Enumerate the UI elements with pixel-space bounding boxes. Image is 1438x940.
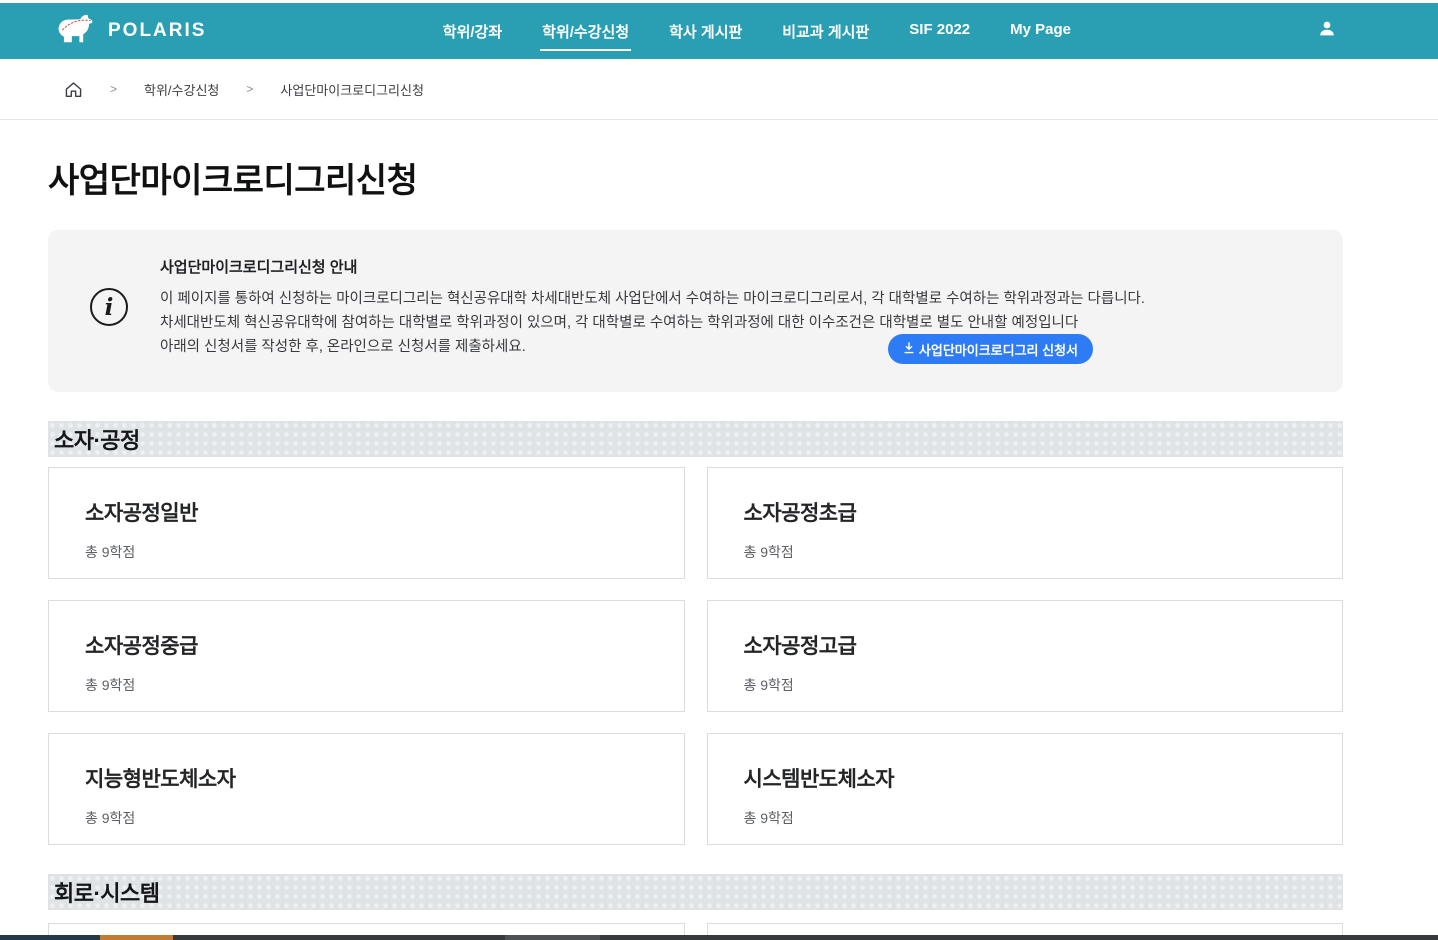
card-title: 시스템반도체소자	[744, 763, 1343, 793]
breadcrumb-item-enrollment[interactable]: 학위/수강신청	[144, 80, 219, 99]
download-application-button[interactable]: 사업단마이크로디그리 신청서	[888, 334, 1093, 364]
home-icon[interactable]	[64, 81, 83, 98]
notice-box: i 사업단마이크로디그리신청 안내 이 페이지를 통하여 신청하는 마이크로디그…	[48, 230, 1343, 392]
breadcrumb-separator-icon: >	[110, 82, 117, 96]
card-device-process-general[interactable]: 소자공정일반 총 9학점	[48, 467, 685, 579]
nav-item-my-page[interactable]: My Page	[1010, 21, 1071, 42]
card-title: 소자공정일반	[85, 497, 684, 527]
top-navbar: POLARIS 학위/강좌 학위/수강신청 학사 게시판 비교과 게시판 SIF…	[0, 3, 1438, 59]
brand-logo[interactable]: POLARIS	[55, 13, 206, 49]
card-intelligent-semiconductor-device[interactable]: 지능형반도체소자 총 9학점	[48, 733, 685, 845]
taskbar-segment	[0, 935, 100, 940]
taskbar-segment	[505, 935, 600, 940]
section-title: 회로·시스템	[54, 876, 160, 908]
card-credits: 총 9학점	[85, 675, 684, 695]
card-title: 지능형반도체소자	[85, 763, 684, 793]
taskbar-segment	[100, 935, 173, 940]
info-icon: i	[90, 288, 128, 326]
nav-item-degree-enrollment[interactable]: 학위/수강신청	[542, 21, 629, 42]
card-system-semiconductor-device[interactable]: 시스템반도체소자 총 9학점	[707, 733, 1344, 845]
card-credits: 총 9학점	[744, 542, 1343, 562]
notice-line: 이 페이지를 통하여 신청하는 마이크로디그리는 혁신공유대학 차세대반도체 사…	[160, 287, 1145, 311]
card-title: 소자공정초급	[744, 497, 1343, 527]
polar-bear-logo-icon	[55, 13, 99, 49]
download-icon	[903, 342, 915, 357]
user-account-button[interactable]	[1316, 18, 1338, 45]
nav-item-sif-2022[interactable]: SIF 2022	[909, 21, 970, 42]
card-device-process-advanced[interactable]: 소자공정고급 총 9학점	[707, 600, 1344, 712]
nav-item-extracurricular-board[interactable]: 비교과 게시판	[782, 21, 869, 42]
card-device-process-beginner[interactable]: 소자공정초급 총 9학점	[707, 467, 1344, 579]
polaris-portal-page: { "navbar": { "brand": "POLARIS", "items…	[0, 0, 1438, 940]
brand-text: POLARIS	[108, 20, 206, 42]
notice-heading: 사업단마이크로디그리신청 안내	[160, 256, 1145, 277]
card-credits: 총 9학점	[85, 808, 684, 828]
card-device-process-intermediate[interactable]: 소자공정중급 총 9학점	[48, 600, 685, 712]
section-header-device-process: 소자·공정	[48, 421, 1343, 457]
breadcrumb: > 학위/수강신청 > 사업단마이크로디그리신청	[0, 59, 1438, 120]
nav-item-degree-courses[interactable]: 학위/강좌	[443, 21, 502, 42]
notice-line: 차세대반도체 혁신공유대학에 참여하는 대학별로 학위과정이 있으며, 각 대학…	[160, 311, 1145, 335]
main-content: 사업단마이크로디그리신청 i 사업단마이크로디그리신청 안내 이 페이지를 통하…	[48, 153, 1343, 940]
card-title: 소자공정고급	[744, 630, 1343, 660]
card-credits: 총 9학점	[85, 542, 684, 562]
card-title: 소자공정중급	[85, 630, 684, 660]
microdegree-card-grid: 소자공정일반 총 9학점 소자공정초급 총 9학점 소자공정중급 총 9학점 소…	[48, 467, 1343, 845]
page-title: 사업단마이크로디그리신청	[48, 153, 1343, 202]
user-icon	[1316, 18, 1338, 45]
section-title: 소자·공정	[54, 423, 140, 455]
main-nav: 학위/강좌 학위/수강신청 학사 게시판 비교과 게시판 SIF 2022 My…	[443, 21, 1071, 42]
nav-item-academic-board[interactable]: 학사 게시판	[669, 21, 742, 42]
download-button-label: 사업단마이크로디그리 신청서	[919, 340, 1078, 359]
section-header-circuit-system: 회로·시스템	[48, 874, 1343, 910]
taskbar-edge	[0, 935, 1438, 940]
breadcrumb-current-page: 사업단마이크로디그리신청	[280, 80, 424, 99]
card-credits: 총 9학점	[744, 675, 1343, 695]
card-credits: 총 9학점	[744, 808, 1343, 828]
breadcrumb-separator-icon: >	[246, 82, 253, 96]
